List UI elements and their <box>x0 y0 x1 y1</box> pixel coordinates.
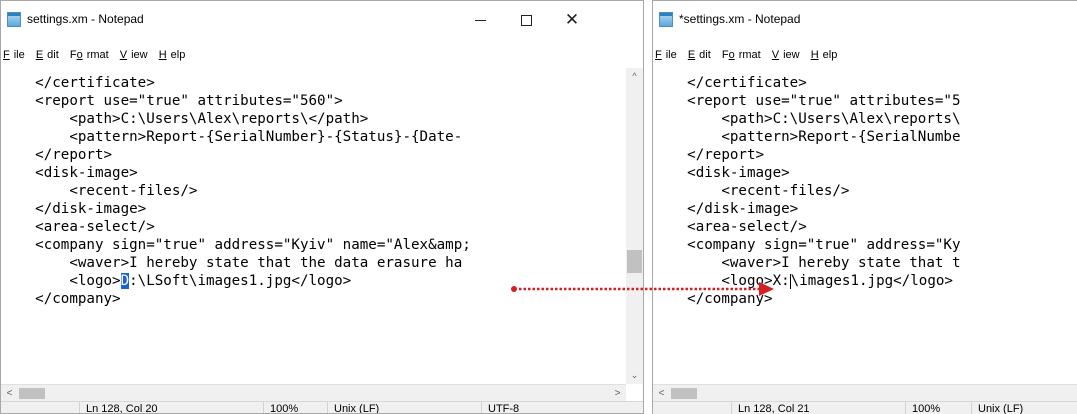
scroll-right-icon[interactable]: > <box>609 385 626 402</box>
code-line-logo: <logo>D:\LSoft\images1.jpg</logo> <box>1 272 351 290</box>
code-line: </report> <box>1 147 113 163</box>
notepad-app-icon <box>7 12 21 27</box>
notepad-window-original: settings.xm - Notepad ✕ File Edit Fo rmat… <box>0 0 644 414</box>
status-zoom: 100% <box>263 402 298 413</box>
code-line: </report> <box>653 147 765 163</box>
scroll-left-icon[interactable]: < <box>1 385 18 402</box>
code-line: <company sign="true" address="Kyiv" name… <box>1 237 471 253</box>
logo-line-rest: :\LSoft\images1.jpg</logo> <box>129 273 352 289</box>
window-title: *settings.xm - Notepad <box>679 12 801 26</box>
code-line: <path>C:\Users\Alex\reports\ <box>653 111 961 127</box>
menu-format[interactable]: Fo rmat <box>70 49 113 61</box>
scroll-left-icon[interactable]: < <box>653 385 670 402</box>
scrollbar-thumb[interactable] <box>671 388 697 399</box>
arrow-start-dot <box>511 286 517 292</box>
title-bar[interactable]: *settings.xm - Notepad <box>653 1 1077 39</box>
arrow-head <box>759 282 774 296</box>
menu-format[interactable]: Fo rmat <box>722 49 765 61</box>
code-line: <disk-image> <box>653 165 790 181</box>
menu-edit[interactable]: Edit <box>36 49 63 61</box>
code-line: </certificate> <box>653 75 807 91</box>
menu-file[interactable]: File <box>655 49 681 61</box>
text-editor[interactable]: </certificate> <report use="true" attrib… <box>1 68 626 384</box>
code-line: <report use="true" attributes="560"> <box>1 93 343 109</box>
code-line: <pattern>Report-{SerialNumber}-{Status}-… <box>1 129 463 145</box>
code-line: <recent-files/> <box>653 183 850 199</box>
code-line: <company sign="true" address="Ky <box>653 237 961 253</box>
code-line: </certificate> <box>1 75 155 91</box>
close-button[interactable]: ✕ <box>549 1 595 39</box>
code-line: <disk-image> <box>1 165 138 181</box>
code-line: <area-select/> <box>653 219 807 235</box>
scroll-down-icon[interactable]: ⌄ <box>626 367 643 384</box>
scrollbar-thumb[interactable] <box>627 250 642 273</box>
menu-bar: File Edit Fo rmat View Help <box>1 49 643 65</box>
status-line-ending: Unix (LF) <box>971 402 1023 414</box>
notepad-window-edited: *settings.xm - Notepad File Edit Fo rmat … <box>652 0 1077 414</box>
menu-view[interactable]: View <box>120 49 152 61</box>
status-position: Ln 128, Col 20 <box>79 402 158 413</box>
code-line: <waver>I hereby state that the data eras… <box>1 255 463 271</box>
window-title: settings.xm - Notepad <box>27 12 144 26</box>
status-encoding: UTF-8 <box>481 402 519 413</box>
code-line: <path>C:\Users\Alex\reports\</path> <box>1 111 369 127</box>
status-bar: Ln 128, Col 20 100% Unix (LF) UTF-8 <box>1 401 643 413</box>
horizontal-scrollbar[interactable]: < > <box>1 384 626 402</box>
menu-view[interactable]: View <box>772 49 804 61</box>
vertical-scrollbar[interactable]: ^ ⌄ <box>626 68 643 384</box>
status-bar: Ln 128, Col 21 100% Unix (LF) <box>653 401 1077 414</box>
status-position: Ln 128, Col 21 <box>731 402 810 414</box>
scroll-up-icon[interactable]: ^ <box>626 68 643 85</box>
selected-drive-letter: D <box>120 273 130 289</box>
menu-file[interactable]: File <box>3 49 29 61</box>
logo-line-prefix: <logo> <box>1 273 121 289</box>
code-line: <pattern>Report-{SerialNumbe <box>653 129 961 145</box>
menu-help[interactable]: Help <box>159 49 190 61</box>
logo-line-rest: \images1.jpg</logo> <box>790 273 953 289</box>
code-line: </disk-image> <box>1 201 147 217</box>
code-line: <report use="true" attributes="5 <box>653 93 961 109</box>
title-bar[interactable]: settings.xm - Notepad ✕ <box>1 1 643 39</box>
code-line: <recent-files/> <box>1 183 198 199</box>
status-line-ending: Unix (LF) <box>327 402 379 413</box>
code-line: <waver>I hereby state that t <box>653 255 961 271</box>
text-editor[interactable]: </certificate> <report use="true" attrib… <box>653 68 1077 384</box>
minimize-button[interactable] <box>457 1 503 39</box>
scrollbar-thumb[interactable] <box>19 388 45 399</box>
code-line: </company> <box>1 291 121 307</box>
code-line: </disk-image> <box>653 201 799 217</box>
status-zoom: 100% <box>905 402 940 414</box>
code-line: <area-select/> <box>1 219 155 235</box>
horizontal-scrollbar[interactable]: < <box>653 384 1077 402</box>
notepad-app-icon <box>659 12 673 27</box>
maximize-button[interactable] <box>503 1 549 39</box>
menu-help[interactable]: Help <box>811 49 842 61</box>
change-arrow-icon <box>511 282 774 296</box>
menu-edit[interactable]: Edit <box>688 49 715 61</box>
menu-bar: File Edit Fo rmat View Help <box>653 49 1077 65</box>
